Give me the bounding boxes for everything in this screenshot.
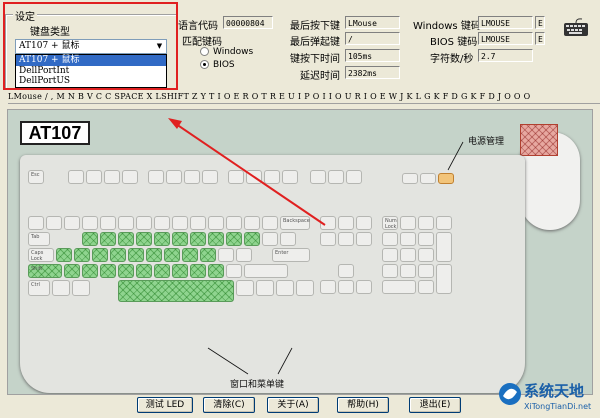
site-logo-icon [499, 383, 521, 405]
clear-button[interactable]: 清除(C) [203, 397, 255, 413]
watermark-name: 系统天地 [524, 382, 585, 400]
watermark-logo: 系统天地 XiTongTianDi.net [498, 378, 598, 416]
test-led-button[interactable]: 测试 LED [137, 397, 193, 413]
exit-button[interactable]: 退出(E) [409, 397, 461, 413]
about-button[interactable]: 关于(A) [267, 397, 319, 413]
help-button[interactable]: 帮助(H) [337, 397, 389, 413]
watermark-url: XiTongTianDi.net [524, 402, 592, 411]
red-arrow [168, 118, 326, 226]
